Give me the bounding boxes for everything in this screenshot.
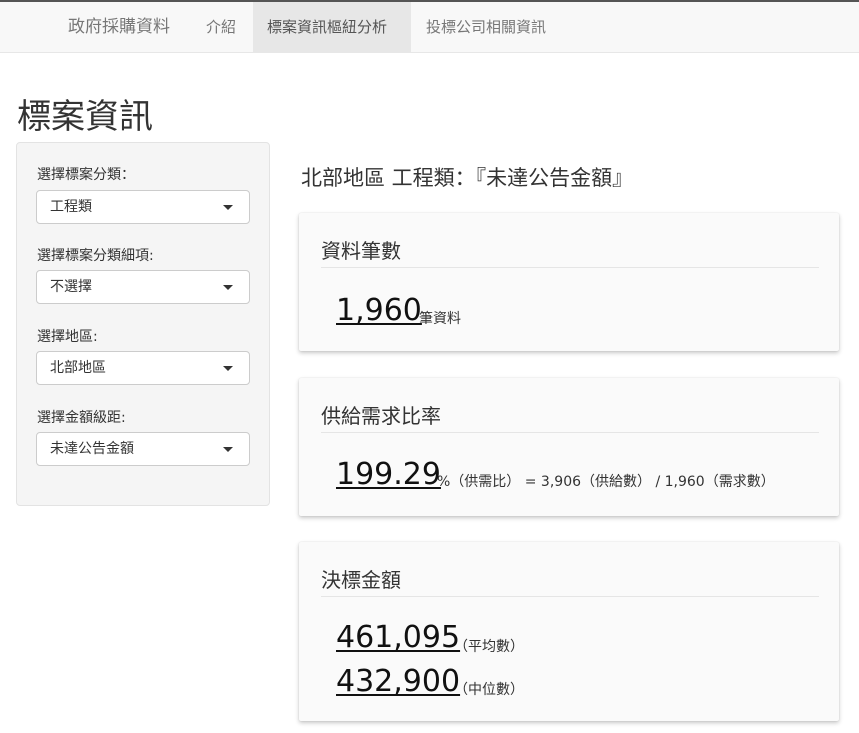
region-select-value: 北部地區 [50, 360, 106, 376]
amount-range-select-value: 未達公告金額 [50, 441, 134, 457]
chevron-down-icon [223, 366, 233, 371]
page-title: 標案資訊 [17, 97, 153, 137]
award-amount-mean-value: 461,095 [336, 620, 461, 655]
subcategory-select[interactable]: 不選擇 [36, 270, 250, 304]
chevron-down-icon [223, 447, 233, 452]
nav-tab-bidder-info[interactable]: 投標公司相關資訊 [412, 2, 560, 53]
divider [321, 267, 819, 268]
supply-demand-ratio-value: 199.29 [336, 457, 441, 492]
supply-demand-ratio-detail: %（供需比） = 3,906（供給數） / 1,960（需求數） [437, 474, 775, 490]
chevron-down-icon [223, 205, 233, 210]
record-count-card: 資料筆數 1,960 筆資料 [299, 213, 839, 351]
subcategory-label: 選擇標案分類細項: [37, 248, 154, 264]
category-select-value: 工程類 [50, 199, 92, 215]
navbar-brand[interactable]: 政府採購資料 [68, 2, 170, 53]
divider [321, 432, 819, 433]
record-count-unit: 筆資料 [419, 311, 461, 327]
result-heading: 北部地區 工程類：『未達公告金額』 [301, 166, 634, 190]
amount-range-label: 選擇金額級距: [37, 410, 126, 426]
chevron-down-icon [223, 285, 233, 290]
category-select[interactable]: 工程類 [36, 190, 250, 224]
filter-panel: 選擇標案分類： 工程類 選擇標案分類細項: 不選擇 選擇地區: 北部地區 選擇金… [16, 142, 270, 506]
region-label: 選擇地區: [37, 329, 98, 345]
record-count-value: 1,960 [336, 293, 422, 328]
top-navbar: 政府採購資料 介紹 標案資訊樞紐分析 投標公司相關資訊 [0, 0, 859, 53]
nav-tab-intro[interactable]: 介紹 [192, 2, 250, 53]
supply-demand-card: 供給需求比率 199.29 %（供需比） = 3,906（供給數） / 1,96… [299, 378, 839, 516]
category-label: 選擇標案分類： [37, 167, 135, 183]
region-select[interactable]: 北部地區 [36, 351, 250, 385]
amount-range-select[interactable]: 未達公告金額 [36, 432, 250, 466]
award-amount-mean-label: （平均數） [454, 639, 524, 655]
award-amount-median-label: （中位數） [454, 682, 524, 698]
supply-demand-title: 供給需求比率 [321, 404, 441, 428]
award-amount-median-value: 432,900 [336, 664, 461, 699]
record-count-title: 資料筆數 [321, 239, 401, 263]
subcategory-select-value: 不選擇 [50, 279, 92, 295]
award-amount-title: 決標金額 [321, 568, 401, 592]
award-amount-card: 決標金額 461,095 （平均數） 432,900 （中位數） [299, 542, 839, 721]
divider [321, 596, 819, 597]
nav-tab-pivot-analysis[interactable]: 標案資訊樞紐分析 [253, 2, 411, 53]
